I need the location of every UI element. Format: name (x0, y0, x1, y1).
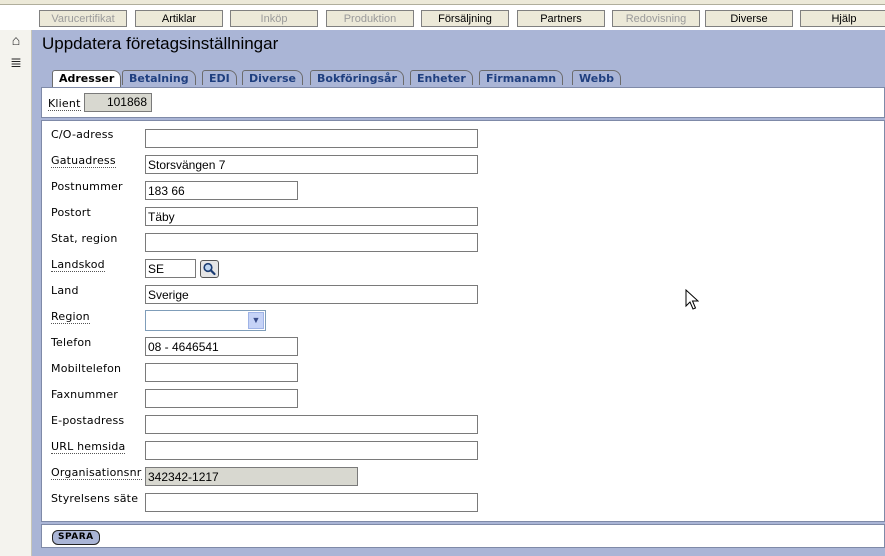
tab-webb[interactable]: Webb (572, 70, 621, 85)
city-label: Postort (51, 206, 91, 219)
street-input[interactable] (145, 155, 478, 174)
mobile-label: Mobiltelefon (51, 362, 122, 375)
menu-item-varucertifikat[interactable]: Varucertifikat (39, 10, 127, 27)
chevron-down-icon[interactable]: ▼ (248, 312, 264, 329)
menu-item-partners[interactable]: Partners (517, 10, 605, 27)
mouse-cursor-icon (685, 289, 699, 310)
klient-value: 101868 (84, 93, 152, 112)
menu-item-produktion[interactable]: Produktion (326, 10, 414, 27)
url-input[interactable] (145, 441, 478, 460)
country-code-input[interactable] (145, 259, 196, 278)
menu-item-diverse[interactable]: Diverse (705, 10, 793, 27)
fax-input[interactable] (145, 389, 298, 408)
country-code-label: Landskod (51, 258, 105, 272)
top-menu-bar: Varucertifikat Artiklar Inköp Produktion… (31, 6, 885, 30)
main-content: Uppdatera företagsinställningar Adresser… (32, 30, 885, 556)
page-title: Uppdatera företagsinställningar (42, 34, 279, 53)
board-seat-label: Styrelsens säte (51, 492, 139, 505)
tab-bokforingsar[interactable]: Bokföringsår (310, 70, 404, 85)
co-address-label: C/O-adress (51, 128, 114, 141)
tab-firmanamn[interactable]: Firmanamn (479, 70, 564, 85)
email-label: E-postadress (51, 414, 125, 427)
menu-item-inkop[interactable]: Inköp (230, 10, 318, 27)
tab-enheter[interactable]: Enheter (410, 70, 473, 85)
menu-item-hjalp[interactable]: Hjälp (800, 10, 885, 27)
menu-item-artiklar[interactable]: Artiklar (135, 10, 223, 27)
street-label: Gatuadress (51, 154, 116, 168)
url-label: URL hemsida (51, 440, 126, 454)
postal-code-input[interactable] (145, 181, 298, 200)
fax-label: Faxnummer (51, 388, 119, 401)
state-input[interactable] (145, 233, 478, 252)
region-label: Region (51, 310, 90, 324)
tab-betalning[interactable]: Betalning (122, 70, 196, 85)
tab-diverse[interactable]: Diverse (242, 70, 303, 85)
country-code-search-button[interactable] (200, 260, 219, 278)
tab-edi[interactable]: EDI (202, 70, 237, 85)
klient-label: Klient (48, 97, 81, 111)
region-select[interactable]: ▼ (145, 310, 266, 331)
save-button[interactable]: SPARA (52, 530, 100, 545)
left-sidebar: ⌂ ≣ (0, 30, 32, 556)
co-address-input[interactable] (145, 129, 478, 148)
magnifier-icon (203, 262, 216, 276)
home-icon[interactable]: ⌂ (8, 32, 24, 48)
postal-code-label: Postnummer (51, 180, 123, 193)
state-label: Stat, region (51, 232, 118, 245)
country-input[interactable] (145, 285, 478, 304)
phone-input[interactable] (145, 337, 298, 356)
org-number-label: Organisationsnr (51, 466, 142, 480)
city-input[interactable] (145, 207, 478, 226)
window-top-strip (0, 0, 885, 5)
email-input[interactable] (145, 415, 478, 434)
action-panel (41, 524, 885, 548)
menu-item-forsaljning[interactable]: Försäljning (421, 10, 509, 27)
org-number-input (145, 467, 358, 486)
mobile-input[interactable] (145, 363, 298, 382)
menu-item-redovisning[interactable]: Redovisning (612, 10, 700, 27)
phone-label: Telefon (51, 336, 92, 349)
board-seat-input[interactable] (145, 493, 478, 512)
country-label: Land (51, 284, 79, 297)
tab-adresser[interactable]: Adresser (52, 70, 122, 87)
klient-panel (41, 87, 885, 118)
list-icon[interactable]: ≣ (8, 54, 24, 70)
